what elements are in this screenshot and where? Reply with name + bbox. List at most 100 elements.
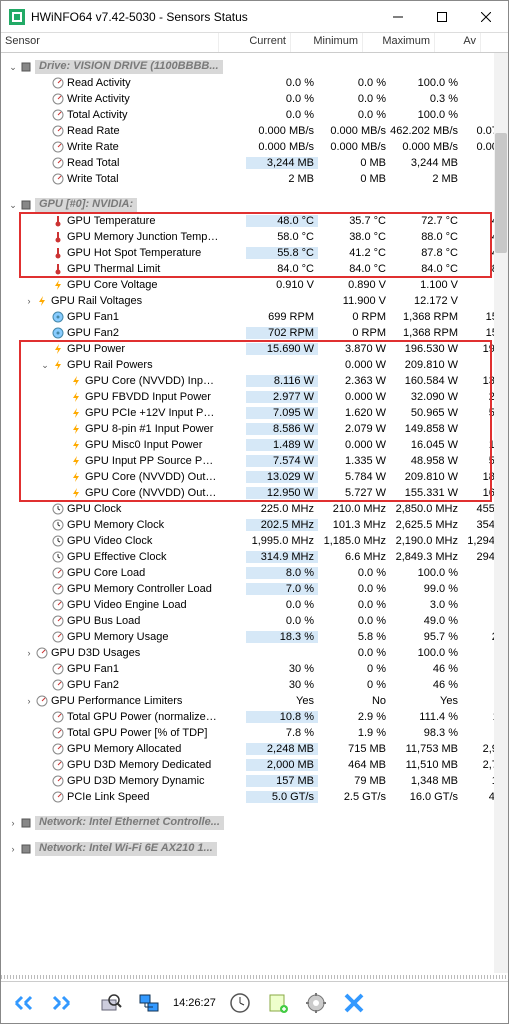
sensor-row[interactable]: Total GPU Power (normalized) [...10.8 %2… <box>1 709 508 725</box>
sensor-label: GPU Core Voltage <box>67 279 219 291</box>
group-header[interactable]: ›Network: Intel Ethernet Controlle... <box>1 815 508 831</box>
network-button[interactable] <box>131 986 167 1020</box>
sensor-row[interactable]: GPU Temperature48.0 °C35.7 °C72.7 °C45 <box>1 213 508 229</box>
sensor-row[interactable]: Read Total3,244 MB0 MB3,244 MB <box>1 155 508 171</box>
sensor-row[interactable]: ›GPU Rail Voltages11.900 V12.172 V <box>1 293 508 309</box>
find-sensor-button[interactable] <box>93 986 129 1020</box>
sensor-value: 88.0 °C <box>390 231 462 243</box>
sensor-row[interactable]: PCIe Link Speed5.0 GT/s2.5 GT/s16.0 GT/s… <box>1 789 508 805</box>
sensor-row[interactable]: Write Total2 MB0 MB2 MB <box>1 171 508 187</box>
sensor-row[interactable]: GPU Bus Load0.0 %0.0 %49.0 %0 <box>1 613 508 629</box>
sensor-value: 7.095 W <box>246 407 318 419</box>
sensor-row[interactable]: GPU D3D Memory Dedicated2,000 MB464 MB11… <box>1 757 508 773</box>
sensor-row[interactable]: GPU Clock225.0 MHz210.0 MHz2,850.0 MHz45… <box>1 501 508 517</box>
group-header[interactable]: ⌄GPU [#0]: NVIDIA: <box>1 197 508 213</box>
sensor-row[interactable]: Total Activity0.0 %0.0 %100.0 %0 <box>1 107 508 123</box>
scrollbar-thumb[interactable] <box>495 133 507 253</box>
sensor-row[interactable]: Total GPU Power [% of TDP]7.8 %1.9 %98.3… <box>1 725 508 741</box>
close-button[interactable] <box>464 2 508 32</box>
expand-toggle[interactable]: › <box>23 648 35 658</box>
expand-toggle[interactable]: ⌄ <box>7 200 19 211</box>
sensor-row[interactable]: GPU Effective Clock314.9 MHz6.6 MHz2,849… <box>1 549 508 565</box>
sensor-value: 16.0 GT/s <box>390 791 462 803</box>
clock-icon <box>51 534 65 548</box>
sensor-row[interactable]: ⌄GPU Rail Powers0.000 W209.810 W <box>1 357 508 373</box>
sensor-row[interactable]: ›GPU D3D Usages0.0 %100.0 % <box>1 645 508 661</box>
sensor-label: GPU Rail Powers <box>67 359 219 371</box>
bolt-icon <box>69 470 83 484</box>
sensor-row[interactable]: Write Activity0.0 %0.0 %0.3 %0 <box>1 91 508 107</box>
header-average[interactable]: Av <box>435 33 481 52</box>
sensor-row[interactable]: GPU Fan1699 RPM0 RPM1,368 RPM150 <box>1 309 508 325</box>
group-header[interactable]: ⌄Drive: VISION DRIVE (1100BBBB... <box>1 59 508 75</box>
sensor-row[interactable]: GPU Core Load8.0 %0.0 %100.0 %0 <box>1 565 508 581</box>
sensor-row[interactable]: GPU Memory Junction Temperature58.0 °C38… <box>1 229 508 245</box>
sensor-row[interactable]: GPU Power15.690 W3.870 W196.530 W19.2 <box>1 341 508 357</box>
sensor-label: GPU Power <box>67 343 219 355</box>
sensor-row[interactable]: ›GPU Performance LimitersYesNoYes <box>1 693 508 709</box>
chip-icon <box>19 198 33 212</box>
sensor-row[interactable]: Read Activity0.0 %0.0 %100.0 %0 <box>1 75 508 91</box>
sensor-value: 48.0 °C <box>246 215 318 227</box>
minimize-button[interactable] <box>376 2 420 32</box>
expand-toggle[interactable]: › <box>23 696 35 706</box>
sensor-row[interactable]: GPU FBVDD Input Power2.977 W0.000 W32.09… <box>1 389 508 405</box>
expand-all-button[interactable] <box>7 986 43 1020</box>
sensor-label: GPU Fan2 <box>67 679 219 691</box>
expand-toggle[interactable]: › <box>7 844 19 854</box>
sensor-row[interactable]: GPU Fan2702 RPM0 RPM1,368 RPM150 <box>1 325 508 341</box>
header-maximum[interactable]: Maximum <box>363 33 435 52</box>
sensor-value: 702 RPM <box>246 327 318 339</box>
expand-toggle[interactable]: ⌄ <box>7 62 19 73</box>
expand-toggle[interactable]: › <box>7 818 19 828</box>
sensor-row[interactable]: GPU Core Voltage0.910 V0.890 V1.100 V0 <box>1 277 508 293</box>
sensor-label: Write Rate <box>67 141 219 153</box>
sensor-row[interactable]: GPU Core (NVVDD) Input Po...8.116 W2.363… <box>1 373 508 389</box>
sensor-row[interactable]: GPU Thermal Limit84.0 °C84.0 °C84.0 °C84 <box>1 261 508 277</box>
sensor-row[interactable]: GPU Memory Allocated2,248 MB715 MB11,753… <box>1 741 508 757</box>
sensor-row[interactable]: GPU D3D Memory Dynamic157 MB79 MB1,348 M… <box>1 773 508 789</box>
sensor-value: 210.0 MHz <box>318 503 390 515</box>
sensor-row[interactable]: GPU 8-pin #1 Input Power8.586 W2.079 W14… <box>1 421 508 437</box>
sensor-row[interactable]: GPU Core (NVVDD) Output P...13.029 W5.78… <box>1 469 508 485</box>
sensor-row[interactable]: GPU Memory Clock202.5 MHz101.3 MHz2,625.… <box>1 517 508 533</box>
sensor-row[interactable]: GPU Memory Usage18.3 %5.8 %95.7 %24 <box>1 629 508 645</box>
sensor-value: 3.0 % <box>390 599 462 611</box>
expand-toggle[interactable]: ⌄ <box>39 360 51 371</box>
clock-button[interactable] <box>222 986 258 1020</box>
sensor-value: 0 RPM <box>318 311 390 323</box>
sensor-row[interactable]: GPU Video Clock1,995.0 MHz1,185.0 MHz2,1… <box>1 533 508 549</box>
sensor-row[interactable]: GPU Video Engine Load0.0 %0.0 %3.0 %0 <box>1 597 508 613</box>
header-current[interactable]: Current <box>219 33 291 52</box>
sensor-label: GPU Performance Limiters <box>51 695 219 707</box>
gauge-icon <box>51 582 65 596</box>
settings-button[interactable] <box>298 986 334 1020</box>
collapse-all-button[interactable] <box>45 986 81 1020</box>
header-minimum[interactable]: Minimum <box>291 33 363 52</box>
sensor-value: 11.900 V <box>318 295 390 307</box>
maximize-button[interactable] <box>420 2 464 32</box>
log-button[interactable] <box>260 986 296 1020</box>
sensor-row[interactable]: GPU Core (NVVDD) Output P...12.950 W5.72… <box>1 485 508 501</box>
sensor-row[interactable]: GPU PCIe +12V Input Power7.095 W1.620 W5… <box>1 405 508 421</box>
sensor-row[interactable]: GPU Misc0 Input Power1.489 W0.000 W16.04… <box>1 437 508 453</box>
sensor-row[interactable]: GPU Memory Controller Load7.0 %0.0 %99.0… <box>1 581 508 597</box>
expand-toggle[interactable]: › <box>23 296 35 306</box>
sensor-row[interactable]: GPU Input PP Source Power (...7.574 W1.3… <box>1 453 508 469</box>
header-sensor[interactable]: Sensor <box>1 33 219 52</box>
sensor-label: GPU D3D Usages <box>51 647 219 659</box>
group-header[interactable]: ›Network: Intel Wi-Fi 6E AX210 1... <box>1 841 508 857</box>
vertical-scrollbar[interactable] <box>494 53 508 973</box>
sensor-row[interactable]: Read Rate0.000 MB/s0.000 MB/s462.202 MB/… <box>1 123 508 139</box>
sensor-row[interactable]: GPU Fan230 %0 %46 % <box>1 677 508 693</box>
sensor-value: 100.0 % <box>390 567 462 579</box>
sensor-tree[interactable]: ⌄Drive: VISION DRIVE (1100BBBB...Read Ac… <box>1 53 508 973</box>
sensor-value: 1,185.0 MHz <box>318 535 390 547</box>
sensor-label: GPU FBVDD Input Power <box>85 391 219 403</box>
close-sensors-button[interactable] <box>336 986 372 1020</box>
sensor-value: 2.363 W <box>318 375 390 387</box>
sensor-row[interactable]: GPU Hot Spot Temperature55.8 °C41.2 °C87… <box>1 245 508 261</box>
sensor-row[interactable]: GPU Fan130 %0 %46 % <box>1 661 508 677</box>
gauge-icon <box>51 726 65 740</box>
sensor-row[interactable]: Write Rate0.000 MB/s0.000 MB/s0.000 MB/s… <box>1 139 508 155</box>
